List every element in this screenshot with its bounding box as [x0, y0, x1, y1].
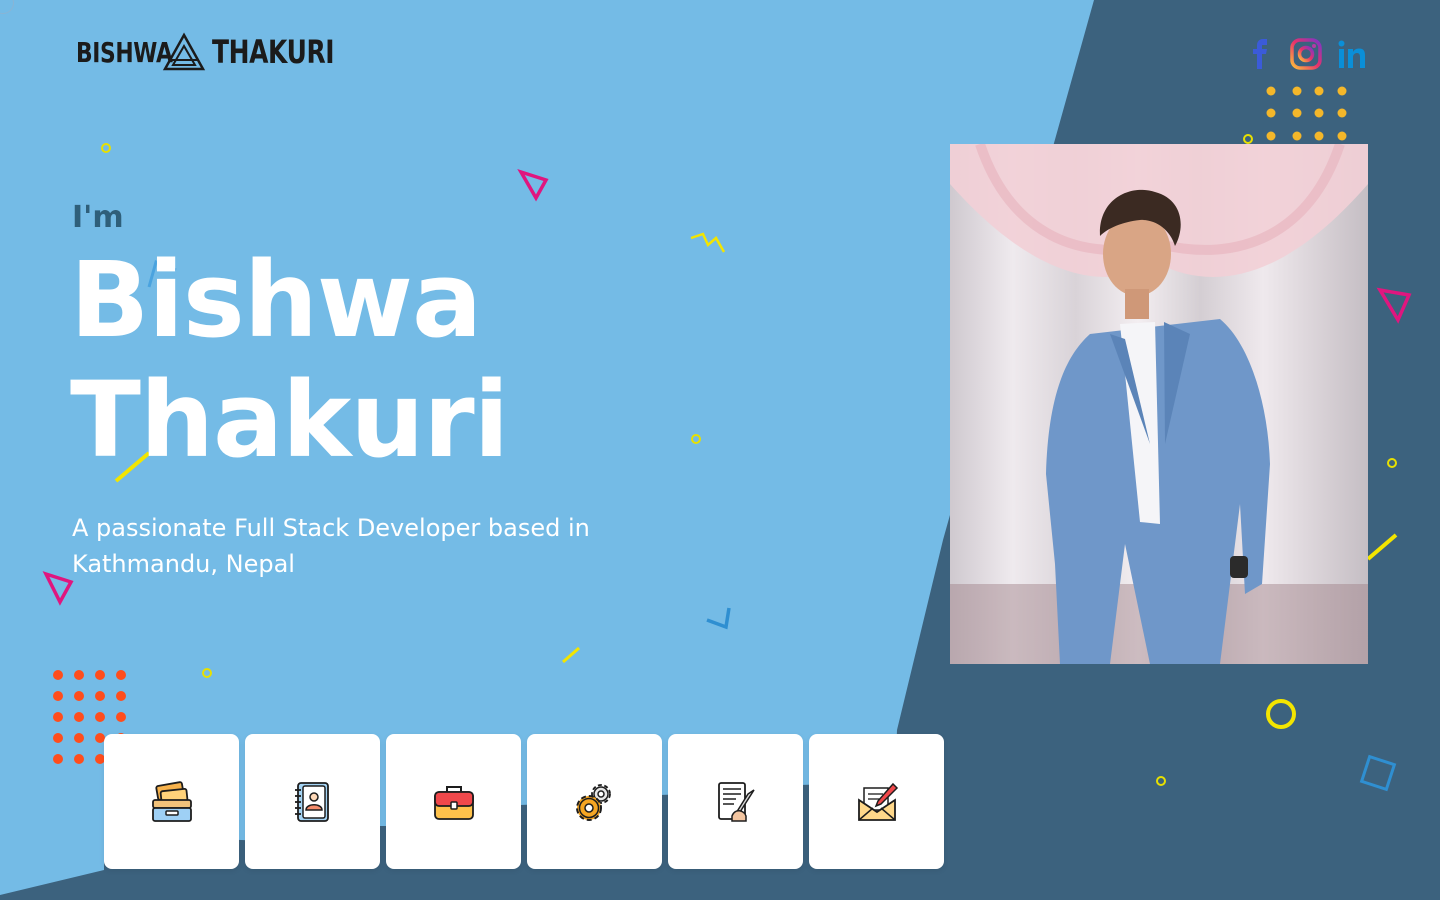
linkedin-link[interactable] [1336, 36, 1368, 72]
hero-first-name: Bishwa [70, 239, 482, 361]
drawer-icon [151, 780, 192, 822]
instagram-icon [1290, 38, 1322, 70]
portrait-photo [950, 144, 1368, 664]
document-quill-icon [717, 781, 755, 822]
hero-tagline: A passionate Full Stack Developer based … [72, 514, 590, 578]
social-links [1244, 36, 1368, 72]
section-nav [104, 734, 944, 869]
brand-last-name: THAKURI [212, 33, 335, 71]
nav-card-home[interactable] [104, 734, 239, 869]
instagram-link[interactable] [1290, 36, 1322, 72]
linkedin-icon [1338, 40, 1365, 68]
nav-card-contact[interactable] [809, 734, 944, 869]
brand-first-name: BISHWA [76, 35, 173, 69]
nav-card-portfolio[interactable] [386, 734, 521, 869]
briefcase-icon [433, 785, 474, 820]
brand-logo[interactable]: BISHWA THAKURI [76, 30, 335, 74]
hero-name: Bishwa Thakuri [70, 240, 670, 480]
dot-grid-gold [1266, 86, 1347, 141]
gears-icon [575, 783, 611, 821]
envelope-pen-icon [857, 782, 898, 821]
portrait-illustration [950, 144, 1368, 664]
nav-card-blog[interactable] [668, 734, 803, 869]
hero-last-name: Thakuri [70, 359, 509, 481]
facebook-link[interactable] [1244, 36, 1276, 72]
greeting-text: I'm [72, 200, 124, 235]
facebook-icon [1253, 39, 1267, 69]
corner-circle [0, 0, 14, 14]
contact-book-icon [294, 781, 329, 822]
nav-card-about[interactable] [245, 734, 380, 869]
nav-card-skills[interactable] [527, 734, 662, 869]
